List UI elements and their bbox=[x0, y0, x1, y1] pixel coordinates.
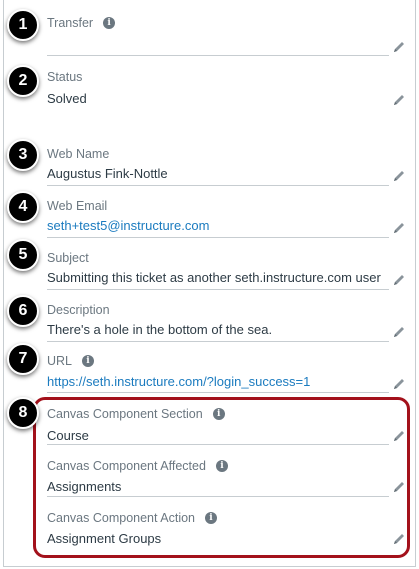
pencil-icon[interactable] bbox=[392, 325, 406, 339]
field-label: Web Name bbox=[47, 147, 110, 161]
field-label: Transfer i bbox=[47, 16, 116, 30]
email-link[interactable]: seth+test5@instructure.com bbox=[47, 218, 209, 233]
field-underline bbox=[47, 55, 389, 56]
canvas-component-highlight-box bbox=[33, 397, 410, 558]
field-value: Solved bbox=[47, 91, 87, 106]
field-web-email[interactable]: Web Email seth+test5@instructure.com bbox=[47, 199, 407, 243]
field-label: URL i bbox=[47, 354, 95, 368]
callout-badge-8: 8 bbox=[7, 397, 39, 429]
field-underline bbox=[47, 341, 389, 342]
callout-badge-1: 1 bbox=[7, 9, 39, 41]
field-label: Status bbox=[47, 70, 83, 84]
field-label: Subject bbox=[47, 251, 89, 265]
field-label: Web Email bbox=[47, 199, 108, 213]
field-status[interactable]: Status Solved bbox=[47, 70, 407, 114]
field-description[interactable]: Description There's a hole in the bottom… bbox=[47, 303, 407, 347]
field-value: Submitting this ticket as another seth.i… bbox=[47, 270, 381, 285]
field-url[interactable]: URL i https://seth.instructure.com/?logi… bbox=[47, 354, 407, 398]
field-value: There's a hole in the bottom of the sea. bbox=[47, 322, 273, 337]
field-underline bbox=[47, 392, 389, 393]
pencil-icon[interactable] bbox=[392, 273, 406, 287]
field-web-name[interactable]: Web Name Augustus Fink-Nottle bbox=[47, 147, 407, 191]
pencil-icon[interactable] bbox=[392, 93, 406, 107]
info-icon[interactable]: i bbox=[82, 355, 95, 367]
callout-badge-7: 7 bbox=[7, 343, 39, 375]
field-underline bbox=[47, 237, 389, 238]
callout-badge-3: 3 bbox=[7, 139, 39, 171]
field-transfer[interactable]: Transfer i bbox=[47, 16, 407, 60]
field-underline bbox=[47, 289, 389, 290]
field-label: Description bbox=[47, 303, 110, 317]
pencil-icon[interactable] bbox=[392, 377, 406, 391]
callout-badge-2: 2 bbox=[7, 65, 39, 97]
field-underline bbox=[47, 185, 389, 186]
callout-badge-5: 5 bbox=[7, 239, 39, 271]
field-value: Augustus Fink-Nottle bbox=[47, 166, 168, 181]
pencil-icon[interactable] bbox=[392, 40, 406, 54]
field-subject[interactable]: Subject Submitting this ticket as anothe… bbox=[47, 251, 407, 295]
callout-badge-6: 6 bbox=[7, 295, 39, 327]
pencil-icon[interactable] bbox=[392, 221, 406, 235]
url-link[interactable]: https://seth.instructure.com/?login_succ… bbox=[47, 374, 310, 389]
callout-badge-4: 4 bbox=[7, 191, 39, 223]
pencil-icon[interactable] bbox=[392, 169, 406, 183]
info-icon[interactable]: i bbox=[103, 17, 116, 29]
